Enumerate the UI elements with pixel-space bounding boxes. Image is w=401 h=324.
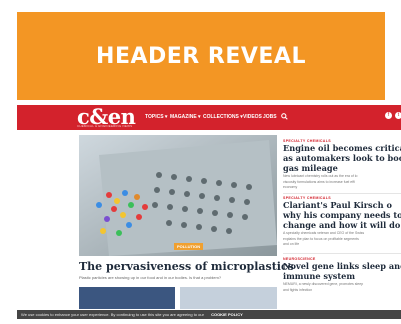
story-summary-line: A specialty chemicals veteran and CEO of… xyxy=(283,231,365,235)
facebook-icon[interactable]: f xyxy=(385,112,392,119)
story-headline-line[interactable]: immune system xyxy=(283,272,401,281)
logo-tagline: CHEMICAL & ENGINEERING NEWS xyxy=(77,124,133,128)
sidebar-story[interactable]: SPECIALTY CHEMICALS Clariant's Paul Kirs… xyxy=(283,196,401,247)
cookie-notice-bar: We use cookies to enhance your user expe… xyxy=(17,310,401,319)
story-summary-line: economy xyxy=(283,185,298,189)
story-summary-line: NEMURI, a newly discovered gene, promote… xyxy=(283,282,364,286)
story-headline-line[interactable]: Engine oil becomes critica xyxy=(283,144,401,153)
microplastics-hero-image[interactable] xyxy=(79,135,277,256)
story-headline-line[interactable]: why his company needs to xyxy=(283,211,401,220)
story-headline-line[interactable]: gas mileage xyxy=(283,164,401,173)
nav-jobs[interactable]: JOBS xyxy=(263,114,277,120)
nav-magazine[interactable]: MAGAZINE ▾ xyxy=(170,114,201,120)
story-summary-line: New lubricant chemistry rolls out as the… xyxy=(283,174,358,178)
header-reveal-banner: HEADER REVEAL xyxy=(17,12,385,100)
nav-topics[interactable]: TOPICS ▾ xyxy=(145,114,167,120)
divider xyxy=(283,253,401,254)
story-headline-line[interactable]: as automakers look to boo xyxy=(283,154,401,163)
divider xyxy=(283,193,401,194)
story-headline-line[interactable]: change and how it will do i xyxy=(283,221,401,230)
banner-title: HEADER REVEAL xyxy=(96,43,306,69)
nav-videos[interactable]: VIDEOS xyxy=(243,114,262,120)
sidebar-story[interactable]: SPECIALTY CHEMICALS Engine oil becomes c… xyxy=(283,139,401,190)
story-headline-line[interactable]: Clariant's Paul Kirsch o xyxy=(283,201,401,210)
main-story-headline[interactable]: The pervasiveness of microplastics xyxy=(79,260,294,273)
twitter-icon[interactable]: t xyxy=(395,112,401,119)
nav-collections[interactable]: COLLECTIONS ▾ xyxy=(203,114,243,120)
cookie-notice-text: We use cookies to enhance your user expe… xyxy=(21,312,204,317)
story-summary-line: viscosity formulations aims to increase … xyxy=(283,179,355,184)
search-icon[interactable] xyxy=(281,113,288,120)
sidebar-story[interactable]: NEUROSCIENCE Novel gene links sleep and … xyxy=(283,257,401,292)
story-summary-line: explains the plan to focus on profitable… xyxy=(283,236,359,241)
story-thumbnail[interactable] xyxy=(79,287,175,309)
story-thumbnail[interactable] xyxy=(180,287,277,309)
website-screenshot: c&en CHEMICAL & ENGINEERING NEWS TOPICS … xyxy=(17,105,401,324)
story-summary-line: and fights infection xyxy=(283,287,313,292)
cookie-policy-button[interactable]: COOKIE POLICY xyxy=(211,312,243,317)
story-headline-line[interactable]: Novel gene links sleep and xyxy=(283,262,401,271)
story-category-label[interactable]: POLLUTION xyxy=(174,243,204,250)
story-summary-line: and on life xyxy=(283,242,300,246)
main-story-subhead: Plastic particles are showing up in our … xyxy=(79,275,222,280)
site-header: c&en CHEMICAL & ENGINEERING NEWS TOPICS … xyxy=(17,105,401,130)
